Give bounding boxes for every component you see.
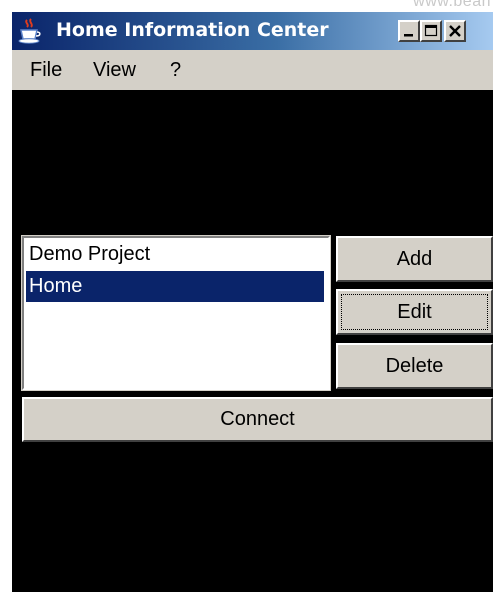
title-bar[interactable]: Home Information Center	[12, 12, 493, 50]
content-area: Demo Project Home Add Edit Delete Connec…	[12, 90, 493, 592]
close-icon	[449, 25, 461, 37]
background-url-text: www.bean	[413, 0, 491, 10]
background-strip: www.bean	[0, 0, 493, 12]
menu-help[interactable]: ?	[170, 59, 181, 82]
add-button-label: Add	[396, 248, 433, 270]
connect-button-label: Connect	[220, 408, 295, 430]
minimize-icon	[404, 34, 413, 37]
window-title: Home Information Center	[56, 19, 329, 41]
menu-file[interactable]: File	[30, 59, 62, 82]
delete-button[interactable]: Delete	[336, 343, 493, 389]
delete-button-label: Delete	[385, 355, 444, 377]
connect-button[interactable]: Connect	[22, 397, 493, 442]
add-button[interactable]: Add	[336, 236, 493, 282]
maximize-icon	[424, 24, 438, 37]
maximize-button[interactable]	[420, 20, 442, 42]
menu-view[interactable]: View	[93, 59, 136, 82]
menu-bar: File View ?	[12, 50, 493, 90]
list-item-home[interactable]: Home	[26, 271, 324, 302]
edit-button[interactable]: Edit	[336, 289, 493, 335]
list-item-demo-project[interactable]: Demo Project	[26, 239, 324, 270]
java-cup-icon[interactable]	[18, 18, 42, 44]
project-list[interactable]: Demo Project Home	[21, 235, 331, 391]
minimize-button[interactable]	[398, 20, 420, 42]
close-button[interactable]	[444, 20, 466, 42]
app-window: Home Information Center File View ? Demo…	[12, 12, 493, 592]
focus-ring	[341, 294, 488, 330]
